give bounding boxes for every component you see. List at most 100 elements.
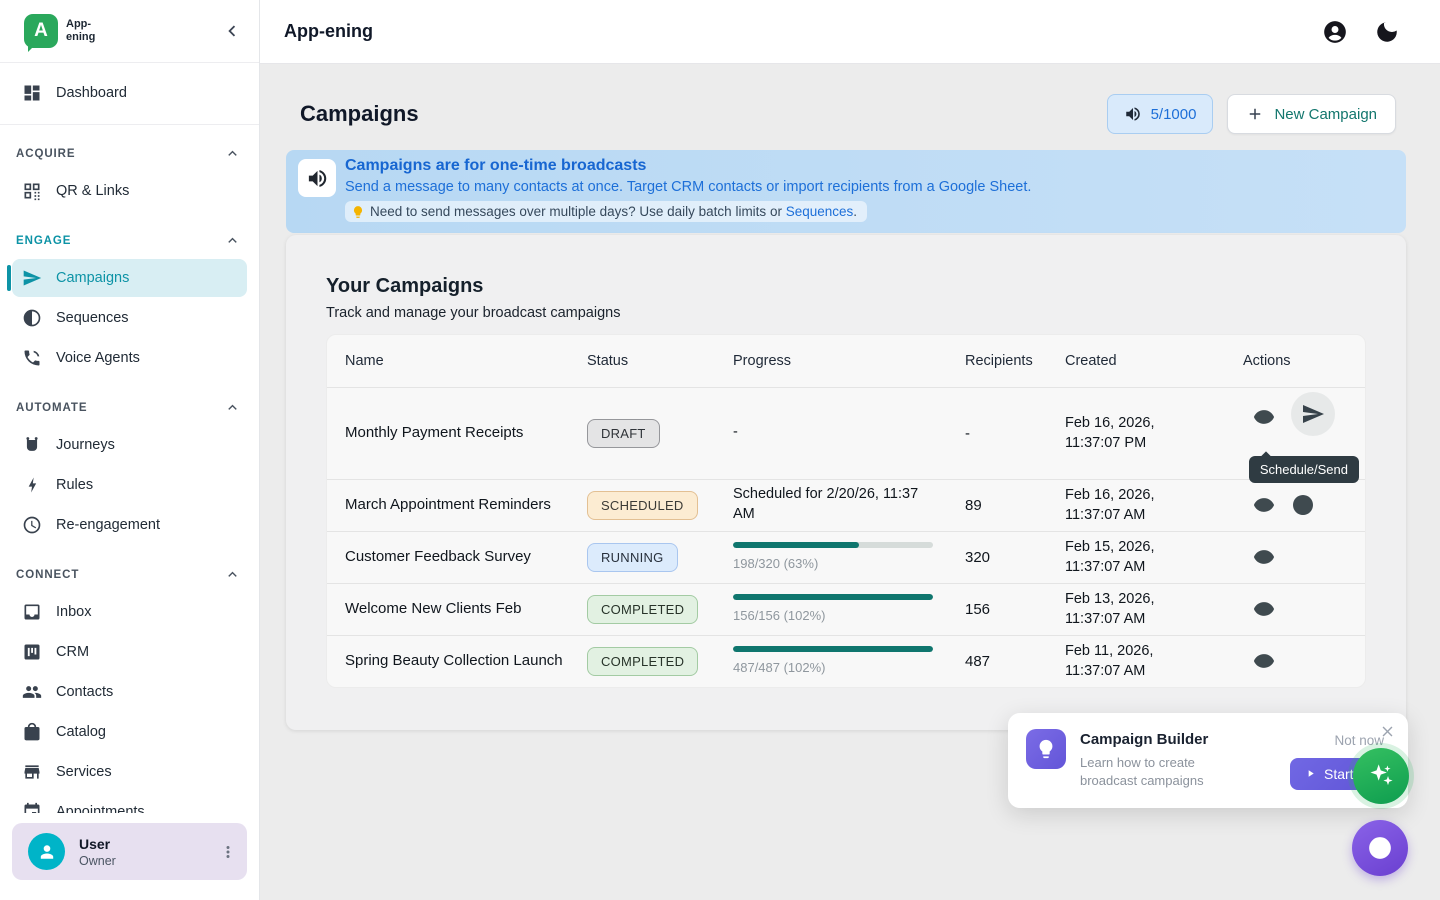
cancel-campaign-button[interactable] — [1291, 493, 1315, 517]
view-campaign-button[interactable] — [1253, 494, 1275, 516]
person-icon — [35, 840, 59, 864]
progress-bar — [733, 646, 933, 652]
card-title: Your Campaigns — [326, 275, 1366, 298]
section-label: ACQUIRE — [16, 148, 75, 160]
people-icon — [22, 682, 42, 702]
sidebar-item-label: Sequences — [56, 310, 129, 326]
progress-cell: - — [733, 423, 965, 443]
sidebar-collapse-icon[interactable] — [221, 20, 243, 42]
campaign-quota-badge[interactable]: 5/1000 — [1107, 94, 1214, 134]
sidebar-item-qr-links[interactable]: QR & Links — [12, 172, 247, 210]
progress-label: 487/487 (102%) — [733, 659, 937, 677]
sequences-link[interactable]: Sequences — [786, 204, 854, 219]
view-campaign-button[interactable] — [1253, 598, 1275, 620]
banner-title: Campaigns are for one-time broadcasts — [345, 157, 1031, 175]
user-card[interactable]: User Owner — [12, 823, 247, 880]
actions-cell — [1243, 650, 1347, 672]
sidebar-item-re-engagement[interactable]: Re-engagement — [12, 506, 247, 544]
sidebar-item-label: Re-engagement — [56, 517, 160, 533]
view-campaign-button[interactable] — [1253, 650, 1275, 672]
sidebar-section-connect: CONNECT — [0, 546, 259, 591]
popup-title: Campaign Builder — [1080, 731, 1220, 748]
sidebar-logo-row: A App- ening — [0, 0, 259, 63]
app-wordmark: App- ening — [66, 18, 95, 43]
chevron-up-icon[interactable] — [224, 232, 241, 249]
sidebar-item-label: CRM — [56, 644, 89, 660]
page-title: Campaigns — [300, 101, 419, 127]
status-badge: COMPLETED — [587, 647, 698, 676]
schedule-send-button[interactable] — [1291, 392, 1335, 436]
chevron-up-icon[interactable] — [224, 145, 241, 162]
sidebar-item-sequences[interactable]: Sequences — [12, 299, 247, 337]
dark-mode-moon-icon[interactable] — [1374, 19, 1400, 45]
created-date: Feb 11, 2026,11:37:07 AM — [1065, 641, 1243, 682]
route-icon — [22, 435, 42, 455]
campaign-builder-popup: Campaign Builder Learn how to create bro… — [1008, 713, 1408, 808]
sidebar-item-services[interactable]: Services — [12, 753, 247, 791]
sidebar-item-label: QR & Links — [56, 183, 129, 199]
lightbulb-icon — [1035, 738, 1057, 760]
progress-bar — [733, 542, 933, 548]
chevron-up-icon[interactable] — [224, 399, 241, 416]
recipients-count: - — [965, 425, 1065, 442]
sidebar-item-label: Services — [56, 764, 112, 780]
sidebar-item-contacts[interactable]: Contacts — [12, 673, 247, 711]
phone-icon — [22, 348, 42, 368]
campaign-name: Spring Beauty Collection Launch — [345, 651, 587, 671]
sidebar-nav: Dashboard ACQUIRE QR & Links ENGAGE Campaig… — [0, 63, 259, 823]
sidebar-item-label: Rules — [56, 477, 93, 493]
ai-assistant-button[interactable] — [1353, 748, 1409, 804]
recipients-count: 156 — [965, 601, 1065, 618]
campaign-name: Monthly Payment Receipts — [345, 423, 587, 443]
view-campaign-button[interactable] — [1253, 406, 1275, 428]
table-row: Welcome New Clients FebCOMPLETED156/156 … — [327, 583, 1365, 635]
sidebar-item-catalog[interactable]: Catalog — [12, 713, 247, 751]
sidebar-section-acquire: ACQUIRE — [0, 125, 259, 170]
column-header-actions: Actions — [1243, 353, 1347, 369]
topbar-title: App-ening — [284, 21, 373, 42]
table-row: March Appointment RemindersSCHEDULEDSche… — [327, 479, 1365, 531]
column-header-created: Created — [1065, 353, 1243, 369]
bag-icon — [22, 722, 42, 742]
section-label: ENGAGE — [16, 235, 71, 247]
question-mark-icon — [1365, 833, 1395, 863]
sidebar-section-automate: AUTOMATE — [0, 379, 259, 424]
sidebar-item-journeys[interactable]: Journeys — [12, 426, 247, 464]
account-icon[interactable] — [1322, 19, 1348, 45]
table-row: Monthly Payment ReceiptsDRAFT--Feb 16, 2… — [327, 387, 1365, 479]
campaign-name: Customer Feedback Survey — [345, 547, 587, 567]
quota-value: 5/1000 — [1151, 106, 1197, 123]
user-menu-dots-icon[interactable] — [219, 843, 237, 861]
close-icon — [1379, 723, 1396, 740]
sidebar-section-engage: ENGAGE — [0, 212, 259, 257]
popup-subtitle: Learn how to create broadcast campaigns — [1080, 754, 1220, 790]
popup-close-icon[interactable] — [1379, 723, 1396, 740]
help-button[interactable] — [1352, 820, 1408, 876]
sidebar-item-label: Dashboard — [56, 85, 127, 101]
status-badge: COMPLETED — [587, 595, 698, 624]
progress-label: 198/320 (63%) — [733, 555, 937, 573]
new-campaign-button[interactable]: New Campaign — [1227, 94, 1396, 134]
sidebar-item-label: Journeys — [56, 437, 115, 453]
created-date: Feb 16, 2026,11:37:07 AM — [1065, 485, 1243, 526]
status-badge: SCHEDULED — [587, 491, 698, 520]
play-icon — [1305, 768, 1316, 779]
view-campaign-button[interactable] — [1253, 546, 1275, 568]
recipients-count: 487 — [965, 653, 1065, 670]
banner-body: Send a message to many contacts at once.… — [345, 179, 1031, 195]
column-header-name: Name — [345, 353, 587, 369]
sidebar-item-campaigns[interactable]: Campaigns — [12, 259, 247, 297]
campaigns-table: Name Status Progress Recipients Created … — [326, 334, 1366, 688]
sidebar-item-dashboard[interactable]: Dashboard — [12, 74, 247, 112]
sequences-icon — [22, 308, 42, 328]
sidebar-item-label: Voice Agents — [56, 350, 140, 366]
sidebar-item-rules[interactable]: Rules — [12, 466, 247, 504]
sidebar-item-crm[interactable]: CRM — [12, 633, 247, 671]
sidebar-item-inbox[interactable]: Inbox — [12, 593, 247, 631]
actions-cell — [1243, 598, 1347, 620]
section-label: CONNECT — [16, 569, 79, 581]
sidebar-item-label: Contacts — [56, 684, 113, 700]
sidebar-item-voice-agents[interactable]: Voice Agents — [12, 339, 247, 377]
chevron-up-icon[interactable] — [224, 566, 241, 583]
not-now-button[interactable]: Not now — [1334, 733, 1384, 748]
